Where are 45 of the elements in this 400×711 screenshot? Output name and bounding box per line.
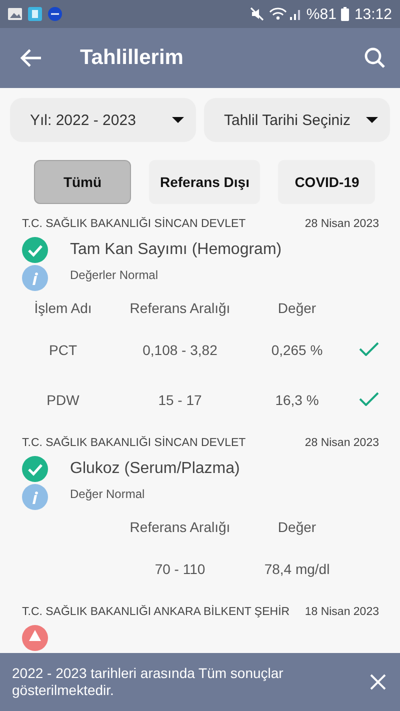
- wifi-signal-icon: [269, 7, 302, 21]
- result-date: 18 Nisan 2023: [304, 606, 379, 618]
- snackbar-message: 2022 - 2023 tarihleri arasında Tüm sonuçlar gösterilmektedir.: [12, 665, 284, 699]
- institution-name: T.C. SAĞLIK BAKANLIĞI SİNCAN DEVLET: [22, 218, 246, 230]
- search-button[interactable]: [364, 47, 386, 69]
- info-icon: [22, 484, 48, 510]
- app-icon: [48, 7, 62, 21]
- result-note: Değer Normal: [70, 487, 145, 501]
- dropdown[interactable]: Tahlil Tarihi Seçiniz: [204, 98, 390, 142]
- result-note: Değerler Normal: [70, 268, 158, 282]
- table-cell-text: 15 - 17: [157, 391, 203, 410]
- app-icon: [28, 7, 42, 21]
- battery-level: %81: [306, 6, 336, 22]
- filter-tab[interactable]: Referans Dışı: [149, 160, 260, 204]
- filter-tab[interactable]: COVID-19: [278, 160, 376, 204]
- table-cell-text: 78,4 mg/dl: [263, 560, 331, 579]
- table-cell-text: 0,265 %: [270, 341, 324, 360]
- mute-icon: [250, 7, 264, 21]
- back-button[interactable]: [20, 49, 42, 67]
- filter-tab[interactable]: Tümü: [34, 160, 131, 204]
- column-header: Değer: [276, 299, 318, 318]
- screen-title: Tahlillerim: [80, 46, 184, 70]
- close-button[interactable]: [370, 674, 386, 690]
- caret-icon: [172, 117, 184, 123]
- institution-name: T.C. SAĞLIK BAKANLIĞI ANKARA BİLKENT ŞEHİR: [22, 606, 290, 618]
- result-date: 28 Nisan 2023: [304, 218, 379, 230]
- test-name: Glukoz (Serum/Plazma): [70, 460, 240, 478]
- table-cell-text: 16,3 %: [274, 391, 320, 410]
- dropdown[interactable]: Yıl: 2022 - 2023: [10, 98, 196, 142]
- test-name: Tam Kan Sayımı (Hemogram): [70, 241, 282, 259]
- result-date: 28 Nisan 2023: [304, 437, 379, 449]
- table-cell-text: 70 - 110: [154, 560, 206, 579]
- table-cell-text: PCT: [48, 342, 78, 358]
- battery-icon: [341, 7, 350, 21]
- column-header: İşlem Adı: [33, 299, 93, 318]
- info-icon: [22, 265, 48, 291]
- institution-name: T.C. SAĞLIK BAKANLIĞI SİNCAN DEVLET: [22, 437, 246, 449]
- column-header: Değer: [276, 518, 318, 537]
- column-header: Referans Aralığı: [128, 299, 232, 318]
- table-cell-text: PDW: [46, 391, 80, 410]
- clock: 13:12: [354, 6, 392, 22]
- gallery-icon: [8, 8, 22, 20]
- table-cell-text: 0,108 - 3,82: [142, 341, 218, 360]
- column-header: Referans Aralığı: [128, 518, 232, 537]
- caret-icon: [366, 117, 378, 123]
